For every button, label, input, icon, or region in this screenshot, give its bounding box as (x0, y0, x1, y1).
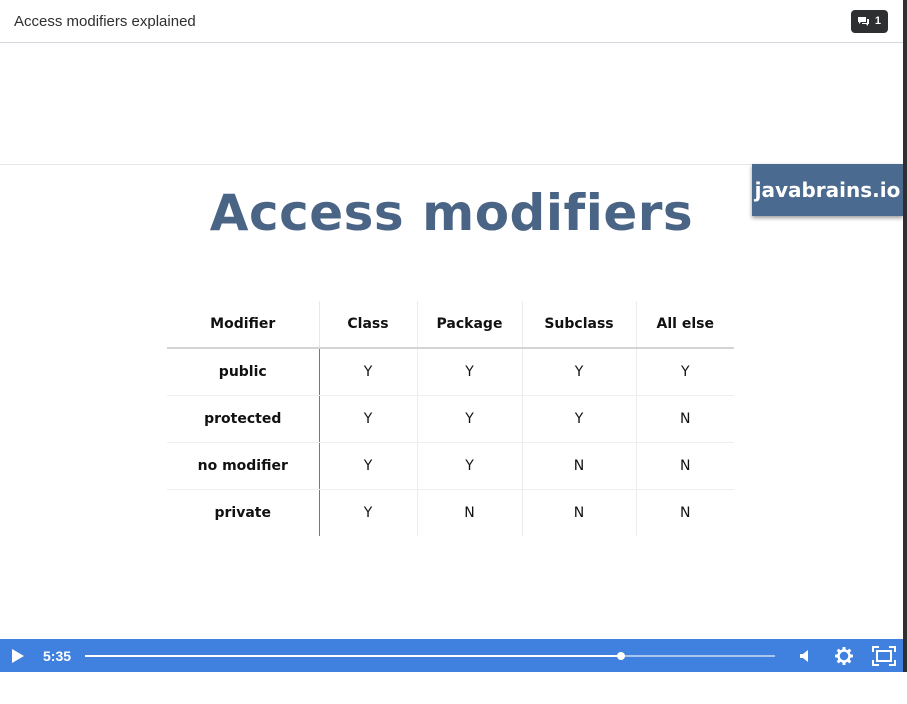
table-cell: N (680, 504, 691, 521)
table-cell: N (522, 489, 637, 536)
modifier-cell: public (167, 348, 320, 396)
scrollbar-edge (903, 0, 907, 672)
table-cell: N (522, 442, 637, 490)
table-row: public Y Y Y Y (167, 348, 734, 396)
table-cell: N (636, 395, 734, 443)
column-header: Package (417, 301, 523, 349)
play-icon[interactable] (11, 648, 25, 664)
table-cell: Y (319, 395, 418, 443)
comment-icon (857, 16, 870, 27)
table-cell: Y (319, 348, 418, 396)
modifier-cell: protected (167, 395, 320, 443)
table-header-row: Modifier Class Package Subclass All else (167, 301, 734, 349)
column-header: All else (636, 301, 734, 349)
settings-gear-icon[interactable] (834, 646, 854, 666)
table-cell: N (417, 489, 523, 536)
table-row: private Y N N N (167, 489, 734, 536)
volume-icon[interactable] (798, 649, 812, 663)
table-row: protected Y Y Y N (167, 395, 734, 443)
page-bottom (0, 672, 907, 704)
column-header: Class (319, 301, 418, 349)
table-cell: Y (417, 395, 523, 443)
table-cell: Y (319, 489, 418, 536)
table-cell: N (636, 442, 734, 490)
table-cell: Y (522, 395, 637, 443)
table-cell: Y (636, 348, 734, 396)
table-cell: Y (417, 442, 523, 490)
progress-bar[interactable] (85, 652, 775, 660)
modifier-cell: private (167, 489, 320, 536)
comments-button[interactable]: 1 (850, 9, 888, 33)
access-modifiers-table: Modifier Class Package Subclass All else… (167, 301, 734, 536)
comments-count: 1 (874, 15, 881, 27)
lecture-page: Access modifiers explained 1 Access modi… (0, 0, 907, 704)
current-time: 5:35 (43, 648, 72, 664)
player-controls: 5:35 (0, 639, 903, 672)
table-cell: Y (319, 442, 418, 490)
video-player[interactable]: Access modifiers javabrains.io Modifier … (0, 44, 903, 672)
column-header: Modifier (167, 301, 320, 349)
modifier-cell: no modifier (167, 442, 320, 490)
table-cell: Y (417, 348, 523, 396)
lecture-header: Access modifiers explained 1 (0, 0, 903, 43)
progress-fill (85, 655, 622, 657)
column-header: Subclass (522, 301, 637, 349)
table-cell: Y (522, 348, 637, 396)
progress-handle[interactable] (617, 652, 626, 660)
table-row: no modifier Y Y N N (167, 442, 734, 490)
fullscreen-icon[interactable] (872, 646, 896, 666)
lecture-title: Access modifiers explained (14, 12, 196, 30)
watermark-logo: javabrains.io (752, 164, 903, 216)
